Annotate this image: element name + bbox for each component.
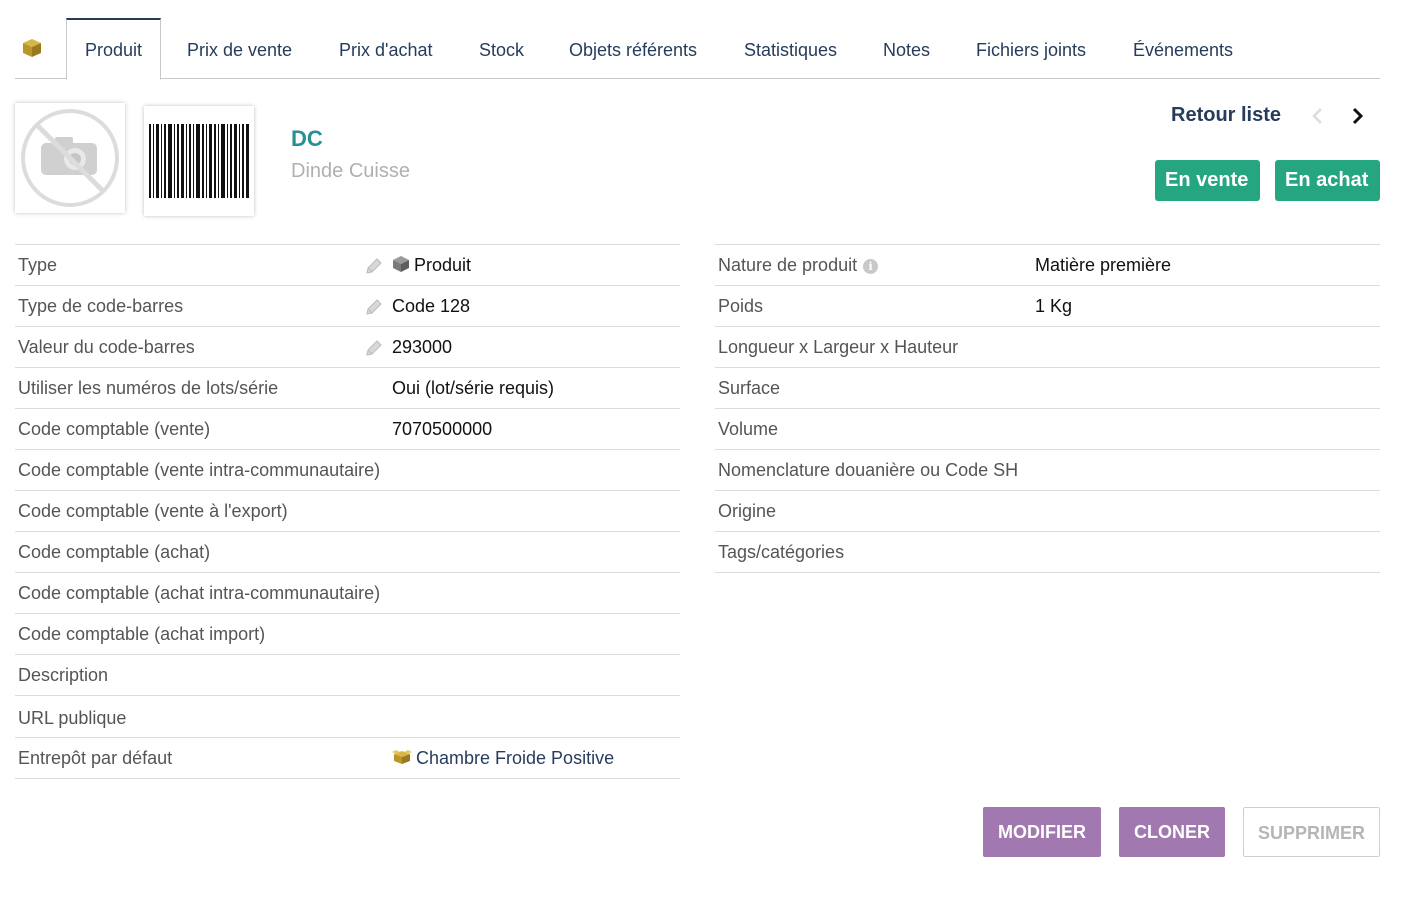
field-label: Code comptable (achat intra-communautair… bbox=[18, 583, 381, 603]
tab-prix-de-vente[interactable]: Prix de vente bbox=[187, 18, 292, 79]
field-label: Valeur du code-barres bbox=[18, 337, 195, 357]
field-row-lots: Utiliser les numéros de lots/série Oui (… bbox=[15, 368, 680, 409]
field-row-accounting-sell-intra: Code comptable (vente intra-communautair… bbox=[15, 450, 680, 491]
product-box-icon bbox=[393, 256, 409, 272]
field-row-barcode-type: Type de code-barres Code 128 bbox=[15, 286, 680, 327]
chevron-left-icon[interactable] bbox=[1308, 104, 1328, 128]
field-label: Tags/catégories bbox=[718, 542, 845, 562]
tab-stock[interactable]: Stock bbox=[479, 18, 524, 79]
field-label: Entrepôt par défaut bbox=[18, 748, 173, 768]
pencil-icon[interactable] bbox=[364, 338, 384, 358]
field-label: Code comptable (achat import) bbox=[18, 624, 266, 644]
field-label: Poids bbox=[718, 296, 764, 316]
info-icon[interactable]: i bbox=[863, 258, 879, 274]
field-row-tags: Tags/catégories bbox=[715, 532, 1380, 573]
field-value: Chambre Froide Positive bbox=[392, 748, 614, 769]
modify-button[interactable]: MODIFIER bbox=[983, 807, 1101, 857]
field-label-text: Nature de produit bbox=[718, 255, 858, 275]
field-label: Origine bbox=[718, 501, 777, 521]
field-row-type: Type Produit bbox=[15, 245, 680, 286]
field-label: Longueur x Largeur x Hauteur bbox=[718, 337, 959, 357]
field-label: Nature de produit i bbox=[718, 255, 879, 276]
field-label: Code comptable (achat) bbox=[18, 542, 211, 562]
field-label: Code comptable (vente à l'export) bbox=[18, 501, 288, 521]
field-value-text: Produit bbox=[414, 255, 472, 275]
left-field-table: Type Produit Type de code-barres Code 12… bbox=[15, 244, 680, 779]
field-row-barcode-value: Valeur du code-barres 293000 bbox=[15, 327, 680, 368]
field-row-customs-code: Nomenclature douanière ou Code SH bbox=[715, 450, 1380, 491]
tab-bar: Produit Prix de vente Prix d'achat Stock… bbox=[15, 18, 1380, 80]
field-row-default-warehouse: Entrepôt par défaut Chambre Froide Posit… bbox=[15, 738, 680, 779]
product-photo[interactable] bbox=[15, 103, 125, 213]
warehouse-link[interactable]: Chambre Froide Positive bbox=[416, 748, 614, 768]
product-box-icon bbox=[21, 38, 43, 58]
tab-fichiers-joints[interactable]: Fichiers joints bbox=[976, 18, 1086, 79]
chevron-right-icon[interactable] bbox=[1348, 104, 1368, 128]
field-label: URL publique bbox=[18, 708, 127, 728]
barcode-image[interactable] bbox=[144, 106, 254, 216]
product-label: Dinde Cuisse bbox=[291, 160, 410, 182]
tab-evenements[interactable]: Événements bbox=[1133, 18, 1233, 79]
field-value: Code 128 bbox=[392, 296, 471, 316]
right-field-table: Nature de produit i Matière première Poid… bbox=[715, 244, 1380, 573]
field-row-accounting-buy-import: Code comptable (achat import) bbox=[15, 614, 680, 655]
field-label: Code comptable (vente intra-communautair… bbox=[18, 460, 381, 480]
field-label: Surface bbox=[718, 378, 781, 398]
field-label: Utiliser les numéros de lots/série bbox=[18, 378, 279, 398]
status-badge-sell[interactable]: En vente bbox=[1155, 160, 1260, 201]
field-row-public-url: URL publique bbox=[15, 696, 680, 738]
field-row-accounting-sell: Code comptable (vente) 7070500000 bbox=[15, 409, 680, 450]
tab-notes[interactable]: Notes bbox=[883, 18, 930, 79]
tab-statistiques[interactable]: Statistiques bbox=[744, 18, 837, 79]
product-ref: DC bbox=[291, 126, 323, 151]
field-row-weight: Poids 1 Kg bbox=[715, 286, 1380, 327]
field-row-origin: Origine bbox=[715, 491, 1380, 532]
field-value: Matière première bbox=[1035, 255, 1172, 275]
field-row-surface: Surface bbox=[715, 368, 1380, 409]
tab-prix-d-achat[interactable]: Prix d'achat bbox=[339, 18, 432, 79]
status-badge-buy[interactable]: En achat bbox=[1275, 160, 1380, 201]
field-label: Description bbox=[18, 665, 109, 685]
field-row-description: Description bbox=[15, 655, 680, 696]
field-value: Produit bbox=[392, 255, 471, 276]
field-value: 1 Kg bbox=[1035, 296, 1073, 316]
field-row-accounting-buy-intra: Code comptable (achat intra-communautair… bbox=[15, 573, 680, 614]
warehouse-icon bbox=[392, 750, 412, 764]
field-label: Code comptable (vente) bbox=[18, 419, 211, 439]
field-label: Type bbox=[18, 255, 58, 275]
field-row-accounting-buy: Code comptable (achat) bbox=[15, 532, 680, 573]
tab-objets-referents[interactable]: Objets référents bbox=[569, 18, 697, 79]
delete-button[interactable]: SUPPRIMER bbox=[1243, 807, 1380, 857]
pencil-icon[interactable] bbox=[364, 297, 384, 317]
field-value: 293000 bbox=[392, 337, 453, 357]
pencil-icon[interactable] bbox=[364, 256, 384, 276]
back-to-list-link[interactable]: Retour liste bbox=[1171, 104, 1281, 127]
tab-produit[interactable]: Produit bbox=[66, 18, 162, 80]
clone-button[interactable]: CLONER bbox=[1119, 807, 1225, 857]
field-label: Volume bbox=[718, 419, 779, 439]
field-value: Oui (lot/série requis) bbox=[392, 378, 555, 398]
no-photo-icon bbox=[21, 109, 119, 207]
field-row-product-nature: Nature de produit i Matière première bbox=[715, 245, 1380, 286]
barcode-icon bbox=[149, 124, 249, 198]
field-value: 7070500000 bbox=[392, 419, 493, 439]
field-row-accounting-sell-export: Code comptable (vente à l'export) bbox=[15, 491, 680, 532]
field-label: Type de code-barres bbox=[18, 296, 184, 316]
field-label: Nomenclature douanière ou Code SH bbox=[718, 460, 1019, 480]
field-row-volume: Volume bbox=[715, 409, 1380, 450]
field-row-dimensions: Longueur x Largeur x Hauteur bbox=[715, 327, 1380, 368]
